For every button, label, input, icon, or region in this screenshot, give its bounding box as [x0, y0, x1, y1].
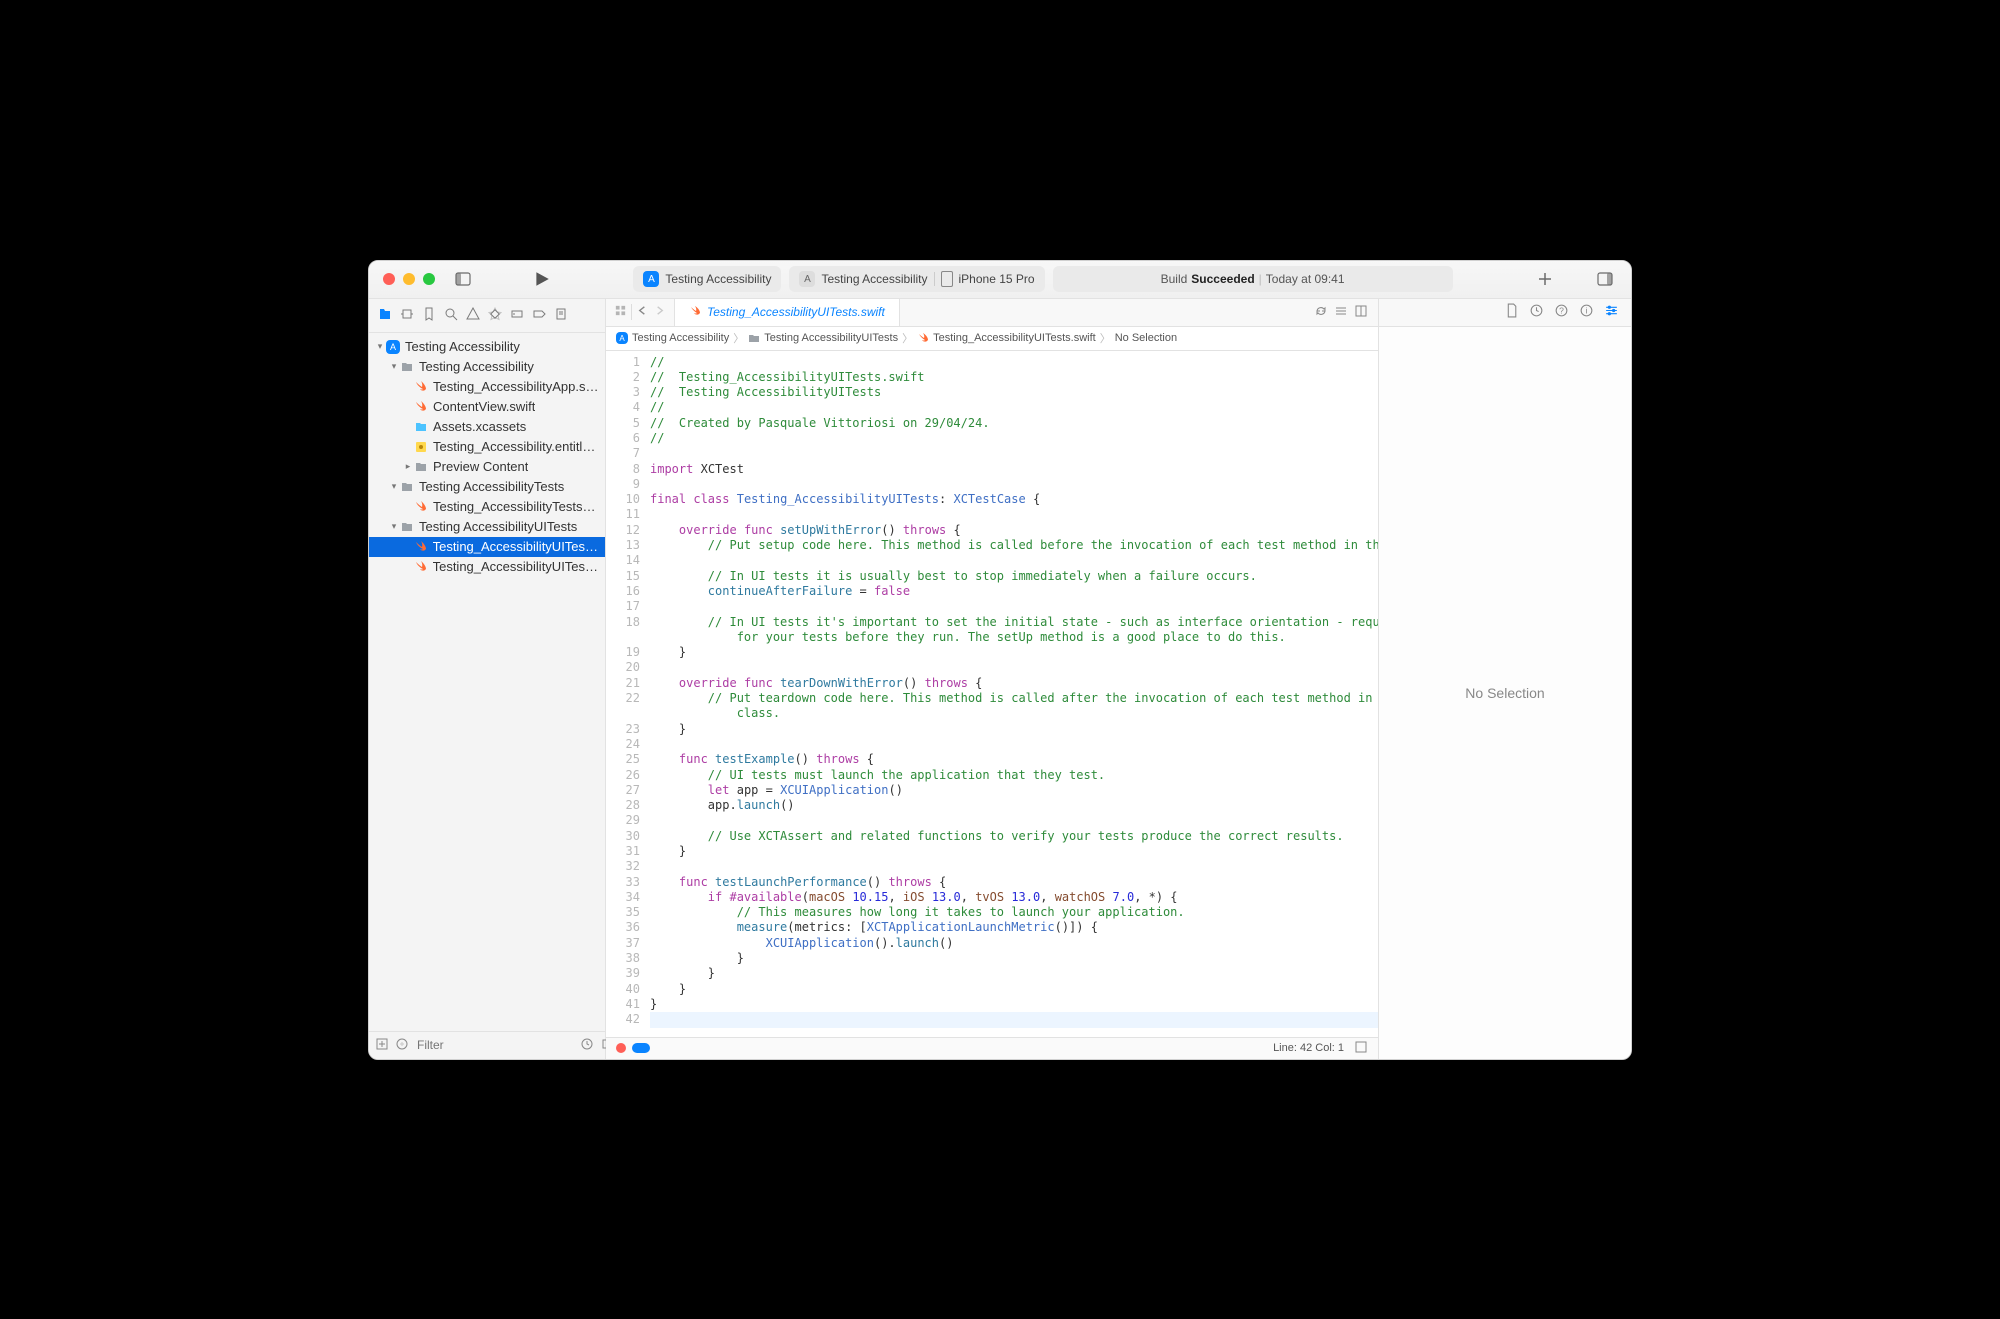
destination-label: iPhone 15 Pro — [959, 272, 1035, 286]
breadcrumb-0[interactable]: A Testing Accessibility — [616, 332, 729, 344]
minimap-toggle-icon[interactable] — [1354, 1040, 1368, 1057]
tree-item[interactable]: ▸Preview Content — [369, 457, 605, 477]
related-items-icon[interactable] — [614, 304, 627, 320]
back-icon[interactable] — [636, 304, 649, 320]
no-selection-label: No Selection — [1465, 685, 1544, 701]
find-navigator-icon[interactable] — [441, 303, 461, 328]
toggle-navigator-icon[interactable] — [449, 267, 477, 291]
source-editor[interactable]: 1234567891011121314151617181920212223242… — [606, 351, 1378, 1037]
navigator-panel: ▾ATesting Accessibility▾Testing Accessib… — [369, 299, 606, 1059]
phone-icon — [941, 271, 953, 287]
add-file-icon[interactable] — [375, 1037, 389, 1054]
filter-scope-icon[interactable] — [395, 1037, 409, 1054]
scheme-label: Testing Accessibility — [821, 272, 927, 286]
tree-item[interactable]: ▾ATesting Accessibility — [369, 337, 605, 357]
breakpoint-toggle-icon[interactable] — [616, 1043, 626, 1053]
attributes-inspector-icon[interactable]: i — [1579, 303, 1594, 321]
svg-text:i: i — [1586, 306, 1588, 316]
file-tree[interactable]: ▾ATesting Accessibility▾Testing Accessib… — [369, 333, 605, 1031]
tree-item[interactable]: Testing_AccessibilityApp.s… — [369, 377, 605, 397]
tree-item[interactable]: ▾Testing AccessibilityTests — [369, 477, 605, 497]
xcode-window: A Testing Accessibility A Testing Access… — [368, 260, 1632, 1060]
toggle-inspector-icon[interactable] — [1591, 267, 1619, 291]
activity-status[interactable]: Build Succeeded | Today at 09:41 — [1053, 266, 1453, 292]
close-window[interactable] — [383, 273, 395, 285]
editor-footer: Line: 42 Col: 1 — [606, 1037, 1378, 1059]
source-control-icon[interactable] — [397, 303, 417, 328]
scheme-selector[interactable]: A Testing Accessibility — [633, 266, 781, 292]
adjust-editor-icon[interactable] — [1334, 304, 1348, 321]
history-inspector-icon[interactable] — [1529, 303, 1544, 321]
destination-selector[interactable]: A Testing Accessibility iPhone 15 Pro — [789, 266, 1044, 292]
line-gutter[interactable]: 1234567891011121314151617181920212223242… — [606, 351, 646, 1037]
editor-tab[interactable]: Testing_AccessibilityUITests.swift — [675, 299, 900, 326]
debug-bar-icon[interactable] — [632, 1043, 650, 1053]
help-inspector-icon[interactable]: ? — [1554, 303, 1569, 321]
app-icon: A — [643, 271, 659, 287]
test-navigator-icon[interactable] — [485, 303, 505, 328]
status-time: Today at 09:41 — [1266, 272, 1345, 286]
navigator-selector-bar — [369, 299, 605, 333]
tree-item[interactable]: Testing_AccessibilityUITest… — [369, 537, 605, 557]
file-inspector-icon[interactable] — [1504, 303, 1519, 321]
tree-item[interactable]: Testing_AccessibilityTests.… — [369, 497, 605, 517]
inspector-empty: No Selection — [1379, 327, 1631, 1059]
filter-input[interactable] — [415, 1037, 574, 1053]
jump-bar[interactable]: A Testing Accessibility〉 Testing Accessi… — [606, 327, 1378, 351]
run-button[interactable] — [517, 270, 567, 288]
navigator-bottom-bar — [369, 1031, 605, 1059]
settings-inspector-icon[interactable] — [1604, 303, 1619, 321]
tree-item[interactable]: ▾Testing AccessibilityUITests — [369, 517, 605, 537]
svg-text:?: ? — [1559, 306, 1564, 316]
project-navigator-icon[interactable] — [375, 303, 395, 328]
app-icon-small: A — [799, 271, 815, 287]
tree-item[interactable]: ContentView.swift — [369, 397, 605, 417]
bookmarks-icon[interactable] — [419, 303, 439, 328]
issue-navigator-icon[interactable] — [463, 303, 483, 328]
swift-file-icon — [689, 305, 701, 320]
code-content[interactable]: // // Testing_AccessibilityUITests.swift… — [646, 351, 1378, 1037]
tree-item[interactable]: ▾Testing Accessibility — [369, 357, 605, 377]
breadcrumb-3[interactable]: No Selection — [1115, 332, 1177, 344]
tree-item[interactable]: Assets.xcassets — [369, 417, 605, 437]
refresh-icon[interactable] — [1314, 304, 1328, 321]
editor-area: Testing_AccessibilityUITests.swift A Tes… — [606, 299, 1378, 1059]
tree-item[interactable]: Testing_AccessibilityUITest… — [369, 557, 605, 577]
forward-icon[interactable] — [653, 304, 666, 320]
tree-item[interactable]: Testing_Accessibility.entitl… — [369, 437, 605, 457]
tab-filename: Testing_AccessibilityUITests.swift — [707, 305, 885, 319]
status-result: Succeeded — [1191, 272, 1254, 286]
breadcrumb-1[interactable]: Testing AccessibilityUITests — [748, 332, 898, 344]
window-controls — [369, 273, 449, 285]
split-editor-icon[interactable] — [1354, 304, 1368, 321]
line-col-indicator: Line: 42 Col: 1 — [1273, 1042, 1344, 1054]
tab-bar: Testing_AccessibilityUITests.swift — [606, 299, 1378, 327]
inspector-selector-bar: ? i — [1379, 299, 1631, 327]
recent-filter-icon[interactable] — [580, 1037, 594, 1054]
minimize-window[interactable] — [403, 273, 415, 285]
zoom-window[interactable] — [423, 273, 435, 285]
debug-navigator-icon[interactable] — [507, 303, 527, 328]
breadcrumb-2[interactable]: Testing_AccessibilityUITests.swift — [917, 332, 1096, 344]
titlebar: A Testing Accessibility A Testing Access… — [369, 261, 1631, 299]
breakpoint-navigator-icon[interactable] — [529, 303, 549, 328]
inspector-panel: ? i No Selection — [1378, 299, 1631, 1059]
add-tab-icon[interactable] — [1531, 267, 1559, 291]
report-navigator-icon[interactable] — [551, 303, 571, 328]
status-left: Build — [1161, 272, 1188, 286]
project-name: Testing Accessibility — [665, 272, 771, 286]
